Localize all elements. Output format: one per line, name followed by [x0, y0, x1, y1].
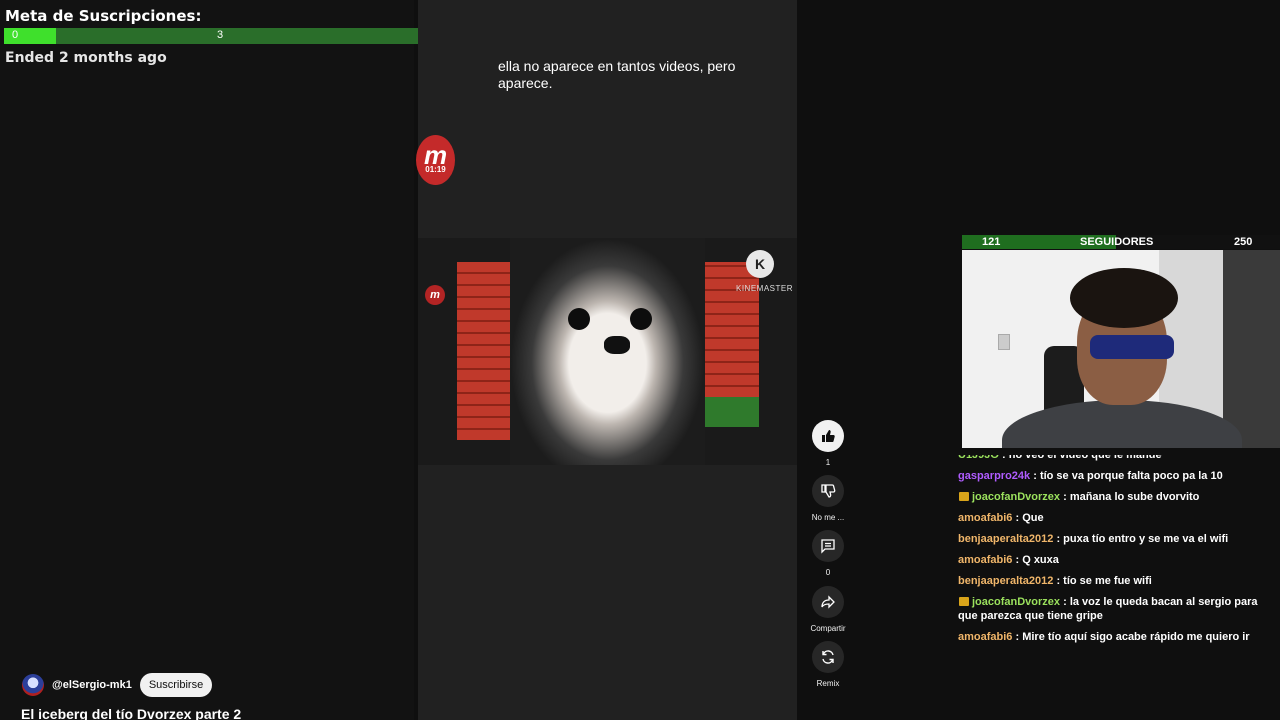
crown-badge-icon [959, 492, 969, 501]
chat-username[interactable]: U1J9JO [958, 455, 999, 461]
goal-progress-bar: 0 3 25 [4, 28, 437, 44]
left-panel [0, 0, 414, 720]
chat-message: amoafabi6 : Q xuxa [958, 553, 1280, 567]
followers-current: 121 [982, 236, 1001, 248]
wall-switch [998, 334, 1010, 350]
dog-photo [510, 238, 705, 465]
chat-username[interactable]: benjaaperalta2012 [958, 533, 1053, 545]
channel-watermark-logo: m 01:19 [416, 135, 455, 185]
subscribe-button[interactable]: Suscribirse [139, 673, 213, 697]
goal-title: Meta de Suscripciones: [5, 7, 202, 25]
video-caption: ella no aparece en tantos videos, pero a… [498, 58, 736, 91]
chat-message: benjaaperalta2012 : puxa tío entro y se … [958, 532, 1280, 546]
chat-message: amoafabi6 : Que [958, 511, 1280, 525]
chat-text: tío se va porque falta poco pa la 10 [1039, 470, 1223, 482]
like-button[interactable] [812, 420, 844, 452]
green-floor [705, 397, 759, 427]
thumbs-down-icon [821, 484, 836, 498]
chat-username[interactable]: amoafabi6 [958, 554, 1012, 566]
dislike-label: No me ... [811, 513, 845, 522]
chat-separator: : [1053, 575, 1064, 587]
channel-info: @elSergio-mk1 Suscribirse [22, 673, 213, 697]
watermark-time: 01:19 [425, 165, 446, 174]
chat-separator: : [1053, 533, 1064, 545]
live-chat: U1J9JO : no veo el video que le mande gas… [958, 455, 1280, 665]
channel-avatar[interactable] [22, 674, 44, 696]
followers-target: 250 [1234, 236, 1253, 248]
share-icon [821, 595, 835, 609]
goal-start-value: 0 [12, 29, 19, 41]
channel-handle[interactable]: @elSergio-mk1 [52, 679, 132, 691]
chat-separator: : [1060, 596, 1070, 608]
share-button[interactable] [812, 586, 844, 618]
chat-text: no veo el video que le mande [1008, 455, 1162, 461]
remix-label: Remix [816, 679, 840, 688]
comment-button[interactable] [812, 530, 844, 562]
chat-separator: : [998, 455, 1009, 461]
remix-button[interactable] [812, 641, 844, 673]
remix-icon [822, 650, 834, 664]
short-title[interactable]: El iceberg del tío Dvorzex parte 2 [21, 706, 241, 720]
goal-current-value: 3 [217, 29, 224, 41]
chat-message: joacofanDvorzex : la voz le queda bacan … [958, 595, 1280, 623]
like-count: 1 [825, 458, 831, 467]
chat-message: joacofanDvorzex : mañana lo sube dvorvit… [958, 490, 1280, 504]
remix-action[interactable]: Remix [810, 641, 846, 688]
chat-message: U1J9JO : no veo el video que le mande [958, 455, 1280, 462]
chat-username[interactable]: joacofanDvorzex [972, 596, 1060, 608]
chat-text: Que [1022, 512, 1044, 524]
streamer-hair [1070, 268, 1178, 328]
share-action[interactable]: Compartir [810, 586, 846, 633]
sunglasses [1090, 335, 1174, 359]
chat-text: Q xuxa [1022, 554, 1059, 566]
crown-badge-icon [959, 597, 969, 606]
chat-username[interactable]: benjaaperalta2012 [958, 575, 1053, 587]
chat-username[interactable]: amoafabi6 [958, 631, 1012, 643]
like-action[interactable]: 1 [810, 420, 846, 467]
video-frame-top[interactable] [418, 0, 797, 238]
brick-wall-right [705, 262, 759, 397]
webcam-feed [962, 250, 1280, 448]
chat-username[interactable]: amoafabi6 [958, 512, 1012, 524]
streamer-body [1002, 400, 1242, 448]
chat-message: amoafabi6 : Mire tío aquí sigo acabe ráp… [958, 630, 1280, 644]
dislike-button[interactable] [812, 475, 844, 507]
thumbs-up-icon [822, 430, 835, 442]
chat-separator: : [1012, 631, 1023, 643]
dog-eye-left [568, 308, 590, 330]
chat-separator: : [1012, 554, 1023, 566]
chat-separator: : [1060, 491, 1070, 503]
comment-action[interactable]: 0 [810, 530, 846, 577]
brick-wall-left [457, 262, 510, 440]
small-watermark-logo: m [425, 285, 445, 305]
share-label: Compartir [810, 624, 846, 633]
followers-progress-bar: 121 SEGUIDORES 250 [962, 235, 1280, 249]
comment-count: 0 [825, 568, 831, 577]
chat-text: Mire tío aquí sigo acabe rápido me quier… [1022, 631, 1250, 643]
goal-status: Ended 2 months ago [5, 50, 167, 66]
chat-message: benjaaperalta2012 : tío se me fue wifi [958, 574, 1280, 588]
comment-icon [821, 539, 835, 554]
followers-label: SEGUIDORES [1080, 236, 1154, 248]
chat-text: mañana lo sube dvorvito [1069, 491, 1200, 503]
chat-username[interactable]: joacofanDvorzex [972, 491, 1060, 503]
chat-text: tío se me fue wifi [1063, 575, 1152, 587]
dislike-action[interactable]: No me ... [810, 475, 846, 522]
chat-username[interactable]: gasparpro24k [958, 470, 1030, 482]
chat-separator: : [1030, 470, 1040, 482]
chat-message: gasparpro24k : tío se va porque falta po… [958, 469, 1280, 483]
video-frame-bottom[interactable] [418, 465, 797, 720]
kinemaster-logo: K [746, 250, 774, 278]
dog-nose [604, 336, 630, 354]
chat-text: puxa tío entro y se me va el wifi [1063, 533, 1229, 545]
kinemaster-label: KINEMASTER [736, 284, 794, 293]
chat-separator: : [1012, 512, 1023, 524]
dog-eye-right [630, 308, 652, 330]
